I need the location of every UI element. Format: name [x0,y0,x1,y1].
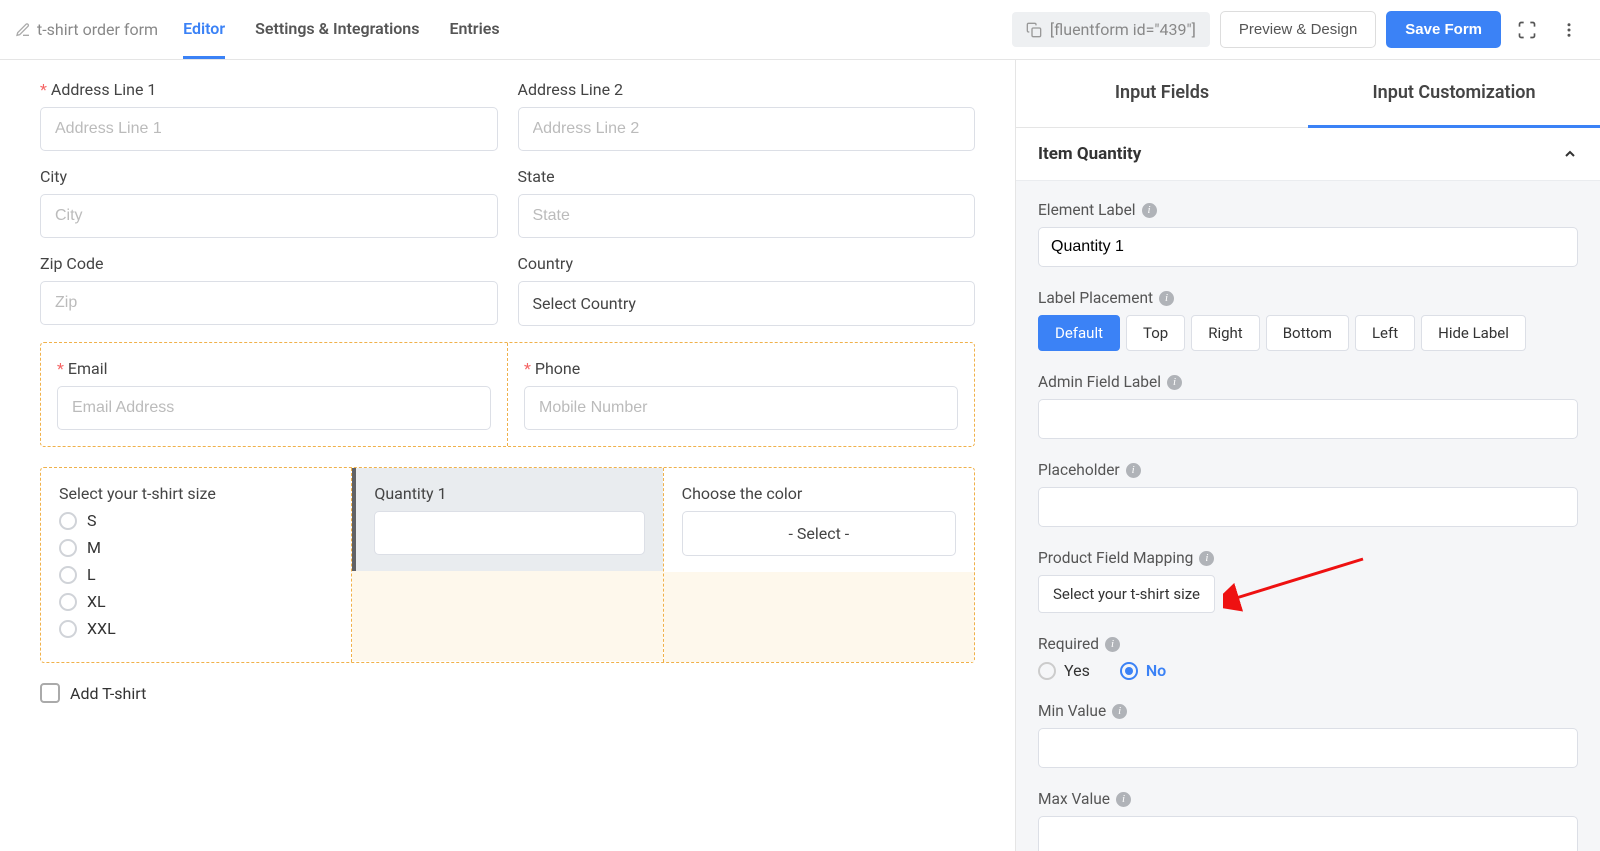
preview-design-button[interactable]: Preview & Design [1220,11,1376,48]
addr2-label: Address Line 2 [518,80,976,99]
size-label: Select your t-shirt size [59,484,333,503]
top-bar: t-shirt order form Editor Settings & Int… [0,0,1600,60]
size-option-xl[interactable]: XL [59,592,333,611]
addr1-input[interactable] [40,107,498,151]
seg-left[interactable]: Left [1355,315,1415,351]
zip-input[interactable] [40,281,498,325]
max-value-label: Max Valuei [1038,790,1578,808]
panel-title: Item Quantity [1038,144,1141,164]
required-yes[interactable]: Yes [1038,661,1090,680]
email-input[interactable] [57,386,491,430]
size-option-m[interactable]: M [59,538,333,557]
label-placement-segments: Default Top Right Bottom Left Hide Label [1038,315,1578,351]
form-title[interactable]: t-shirt order form [15,20,158,39]
phone-input[interactable] [524,386,958,430]
more-icon[interactable] [1553,14,1585,46]
min-value-label: Min Valuei [1038,702,1578,720]
size-option-s[interactable]: S [59,511,333,530]
info-icon[interactable]: i [1112,704,1127,719]
quantity-field-block[interactable]: Quantity 1 [352,468,663,662]
fullscreen-icon[interactable] [1511,14,1543,46]
quantity-input[interactable] [374,511,644,555]
form-title-text: t-shirt order form [37,20,158,39]
element-label-label: Element Labeli [1038,201,1578,219]
zip-label: Zip Code [40,254,498,273]
city-label: City [40,167,498,186]
phone-label: *Phone [524,359,958,378]
checkbox-icon [40,683,60,703]
panel-header[interactable]: Item Quantity [1016,128,1600,181]
seg-bottom[interactable]: Bottom [1266,315,1349,351]
required-no[interactable]: No [1120,661,1166,680]
add-tshirt-label: Add T-shirt [70,684,146,703]
addr2-input[interactable] [518,107,976,151]
info-icon[interactable]: i [1116,792,1131,807]
container-email-phone[interactable]: *Email *Phone [40,342,975,447]
email-label: *Email [57,359,491,378]
copy-icon [1026,22,1042,38]
placeholder-input[interactable] [1038,487,1578,527]
top-tabs: Editor Settings & Integrations Entries [183,1,1012,59]
city-input[interactable] [40,194,498,238]
info-icon[interactable]: i [1159,291,1174,306]
info-icon[interactable]: i [1126,463,1141,478]
size-option-xxl[interactable]: XXL [59,619,333,638]
state-input[interactable] [518,194,976,238]
save-form-button[interactable]: Save Form [1386,11,1501,48]
sidebar-tabs: Input Fields Input Customization [1016,60,1600,128]
admin-label-input[interactable] [1038,399,1578,439]
quantity-label: Quantity 1 [374,484,644,503]
addr1-label: *Address Line 1 [40,80,498,99]
tab-settings[interactable]: Settings & Integrations [255,1,419,59]
seg-top[interactable]: Top [1126,315,1185,351]
right-sidebar: Input Fields Input Customization Item Qu… [1015,60,1600,851]
top-actions: [fluentform id="439"] Preview & Design S… [1012,11,1585,48]
admin-label-label: Admin Field Labeli [1038,373,1578,391]
pencil-icon [15,22,31,38]
info-icon[interactable]: i [1167,375,1182,390]
color-label: Choose the color [682,484,956,503]
container-product-row[interactable]: Select your t-shirt size S M L XL XXL Qu… [40,467,975,663]
tab-input-fields[interactable]: Input Fields [1016,60,1308,128]
chevron-up-icon [1562,146,1578,162]
product-mapping-select[interactable]: Select your t-shirt size [1038,575,1215,613]
seg-right[interactable]: Right [1191,315,1259,351]
form-canvas: *Address Line 1 Address Line 2 City Stat… [0,60,1015,851]
label-placement-label: Label Placementi [1038,289,1578,307]
info-icon[interactable]: i [1105,637,1120,652]
color-select[interactable]: - Select - [682,511,956,556]
country-select[interactable]: Select Country [518,281,976,326]
seg-hide[interactable]: Hide Label [1421,315,1526,351]
shortcode-text: [fluentform id="439"] [1050,20,1196,39]
tab-entries[interactable]: Entries [449,1,499,59]
min-value-input[interactable] [1038,728,1578,768]
tab-input-customization[interactable]: Input Customization [1308,60,1600,128]
add-tshirt-checkbox[interactable]: Add T-shirt [40,683,975,703]
state-label: State [518,167,976,186]
tab-editor[interactable]: Editor [183,1,225,59]
required-label: Requiredi [1038,635,1578,653]
element-label-input[interactable] [1038,227,1578,267]
product-mapping-label: Product Field Mappingi [1038,549,1578,567]
placeholder-label: Placeholderi [1038,461,1578,479]
shortcode-box[interactable]: [fluentform id="439"] [1012,12,1210,47]
info-icon[interactable]: i [1199,551,1214,566]
info-icon[interactable]: i [1142,203,1157,218]
country-label: Country [518,254,976,273]
size-option-l[interactable]: L [59,565,333,584]
max-value-input[interactable] [1038,816,1578,851]
seg-default[interactable]: Default [1038,315,1120,351]
